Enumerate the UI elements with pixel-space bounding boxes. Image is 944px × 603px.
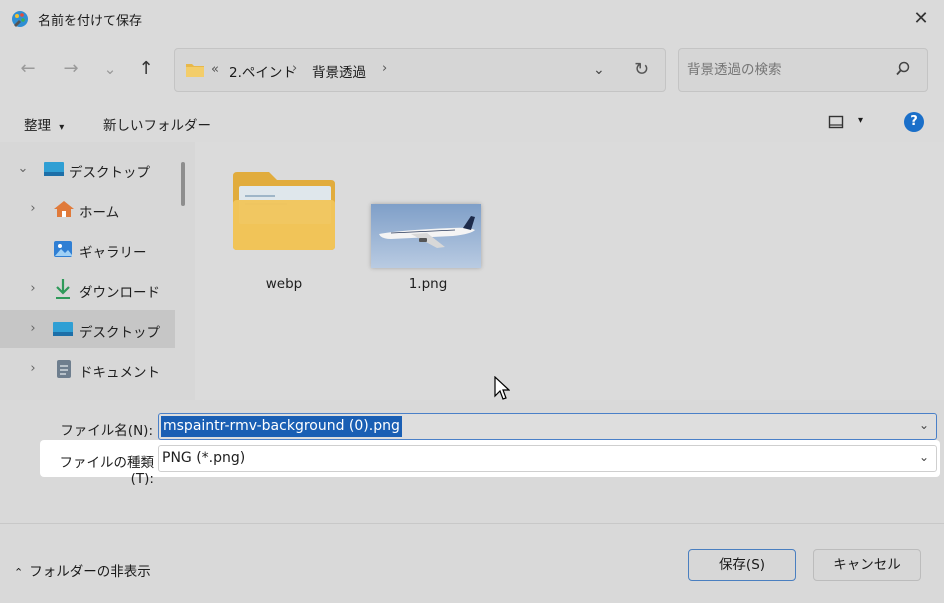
- organize-label: 整理: [24, 118, 51, 134]
- expand-chevron-icon[interactable]: ›: [26, 362, 40, 376]
- folder-icon: [231, 168, 337, 256]
- desktop-icon: [44, 162, 64, 180]
- folder-item-webp[interactable]: webp: [223, 164, 343, 314]
- file-name: webp: [265, 276, 303, 292]
- filename-label: ファイル名(N):: [60, 423, 153, 439]
- search-box[interactable]: [678, 48, 928, 92]
- search-input[interactable]: [687, 59, 887, 81]
- view-dropdown-icon[interactable]: ▾: [858, 115, 863, 126]
- window-title: 名前を付けて保存: [38, 14, 143, 29]
- home-icon: [53, 200, 75, 222]
- sidebar-item-label: ダウンロード: [79, 285, 160, 301]
- breadcrumb-separator-icon: ›: [382, 61, 388, 76]
- folder-icon: [185, 62, 205, 82]
- sidebar-item-label: デスクトップ: [69, 165, 150, 181]
- file-item-1png[interactable]: 1.png: [367, 164, 487, 314]
- expand-chevron-icon[interactable]: ›: [26, 202, 40, 216]
- sidebar-item-downloads[interactable]: › ダウンロード: [0, 270, 175, 308]
- filetype-label: ファイルの種類(T):: [59, 455, 155, 487]
- breadcrumb-separator-icon: ›: [292, 61, 298, 76]
- file-list: webp 1.png: [195, 142, 944, 400]
- filename-dropdown-chevron-icon[interactable]: ⌄: [919, 418, 929, 432]
- refresh-icon[interactable]: ↻: [634, 59, 649, 80]
- hide-folders-label: フォルダーの非表示: [29, 564, 151, 580]
- collapse-chevron-icon[interactable]: ⌄: [16, 162, 30, 176]
- breadcrumb-item-background[interactable]: 背景透過: [312, 61, 366, 81]
- save-as-dialog: 名前を付けて保存 ✕ ← → ⌄ ↑ « 2.ペイント › 背景透過 › ⌄ ↻: [0, 0, 944, 603]
- file-name: 1.png: [408, 276, 448, 292]
- new-folder-button[interactable]: 新しいフォルダー: [103, 114, 211, 134]
- search-icon[interactable]: [895, 61, 911, 81]
- filetype-select[interactable]: ⌄: [158, 445, 937, 472]
- breadcrumb-item-paint[interactable]: 2.ペイント: [229, 61, 296, 81]
- document-icon: [56, 359, 72, 383]
- expand-chevron-icon[interactable]: ›: [26, 282, 40, 296]
- back-button[interactable]: ←: [15, 56, 41, 82]
- organize-button[interactable]: 整理 ▾: [24, 114, 64, 134]
- filetype-dropdown-chevron-icon[interactable]: ⌄: [919, 450, 929, 464]
- sidebar-item-home[interactable]: › ホーム: [0, 190, 175, 228]
- sidebar-item-label: ギャラリー: [79, 245, 147, 261]
- sidebar-item-desktop[interactable]: › デスクトップ: [0, 310, 175, 348]
- footer-divider: [0, 523, 944, 524]
- cancel-button[interactable]: キャンセル: [813, 549, 921, 581]
- gallery-icon: [53, 240, 73, 262]
- hide-folders-toggle[interactable]: ⌃ フォルダーの非表示: [14, 560, 151, 580]
- filename-value[interactable]: mspaintr-rmv-background (0).png: [161, 416, 402, 437]
- chevron-up-icon: ⌃: [14, 566, 24, 579]
- expand-chevron-icon[interactable]: ›: [26, 322, 40, 336]
- view-icon[interactable]: [828, 114, 844, 134]
- forward-button[interactable]: →: [58, 56, 84, 82]
- recent-locations-button[interactable]: ⌄: [97, 56, 123, 82]
- up-button[interactable]: ↑: [133, 56, 159, 82]
- navigation-pane: ⌄ デスクトップ › ホーム ギャラリー › ダウンロード › デスクトップ ›…: [0, 142, 195, 400]
- organize-dropdown-icon: ▾: [59, 122, 65, 133]
- sidebar-item-desktop-root[interactable]: ⌄ デスクトップ: [0, 150, 175, 188]
- sidebar-item-gallery[interactable]: ギャラリー: [0, 230, 175, 268]
- sidebar-item-documents[interactable]: › ドキュメント: [0, 350, 175, 388]
- image-thumbnail: [371, 204, 481, 268]
- title-bar: 名前を付けて保存 ✕: [0, 0, 944, 38]
- sidebar-scrollbar[interactable]: [181, 162, 185, 206]
- close-icon[interactable]: ✕: [908, 6, 934, 32]
- paint-app-icon: [10, 9, 30, 29]
- breadcrumb-overflow[interactable]: «: [211, 62, 219, 77]
- download-icon: [54, 278, 72, 304]
- address-history-chevron-icon[interactable]: ⌄: [593, 62, 605, 78]
- sidebar-item-label: ホーム: [79, 205, 120, 221]
- sidebar-item-label: デスクトップ: [79, 325, 160, 341]
- help-icon[interactable]: ?: [904, 112, 924, 132]
- sidebar-item-label: ドキュメント: [79, 365, 160, 381]
- filetype-value: PNG (*.png): [162, 450, 246, 466]
- save-button[interactable]: 保存(S): [688, 549, 796, 581]
- desktop-icon: [53, 322, 73, 340]
- address-bar[interactable]: « 2.ペイント › 背景透過 › ⌄ ↻: [174, 48, 666, 92]
